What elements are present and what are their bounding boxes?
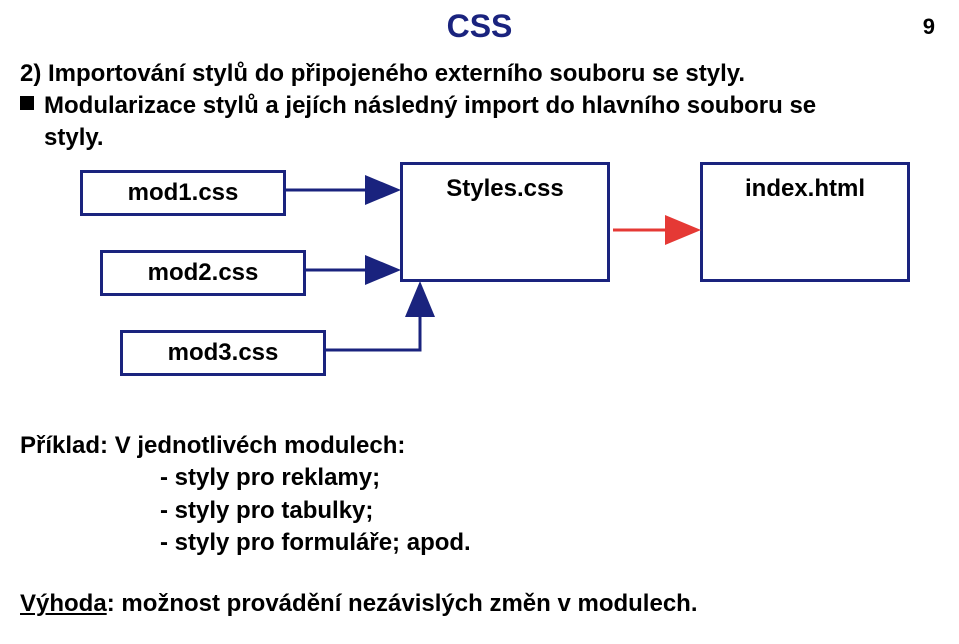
example-item-3: - styly pro formuláře; apod.: [160, 527, 471, 559]
bullet-icon: [20, 96, 34, 110]
bullet-text-line1: Modularizace stylů a jejích následný imp…: [44, 92, 816, 120]
box-mod2: mod2.css: [100, 250, 306, 296]
example-title: Příklad: V jednotlivéch modulech:: [20, 430, 471, 462]
box-styles: Styles.css: [400, 162, 610, 282]
page-number: 9: [923, 14, 935, 40]
example-item-1: - styly pro reklamy;: [160, 462, 471, 494]
box-mod3: mod3.css: [120, 330, 326, 376]
arrow-mod3-to-styles: [323, 287, 420, 350]
box-index: index.html: [700, 162, 910, 282]
example-block: Příklad: V jednotlivéch modulech: - styl…: [20, 430, 471, 560]
page-title: CSS: [0, 8, 959, 45]
example-item-2: - styly pro tabulky;: [160, 495, 471, 527]
footer-rest: : možnost provádění nezávislých změn v m…: [107, 590, 698, 617]
diagram-area: mod1.css mod2.css mod3.css Styles.css in…: [0, 170, 959, 440]
bullet-text-line2: styly.: [44, 124, 104, 152]
heading-line: 2) Importování stylů do připojeného exte…: [20, 60, 745, 88]
footer-label: Výhoda: [20, 590, 107, 617]
box-mod1: mod1.css: [80, 170, 286, 216]
footer-line: Výhoda: možnost provádění nezávislých zm…: [20, 590, 698, 618]
